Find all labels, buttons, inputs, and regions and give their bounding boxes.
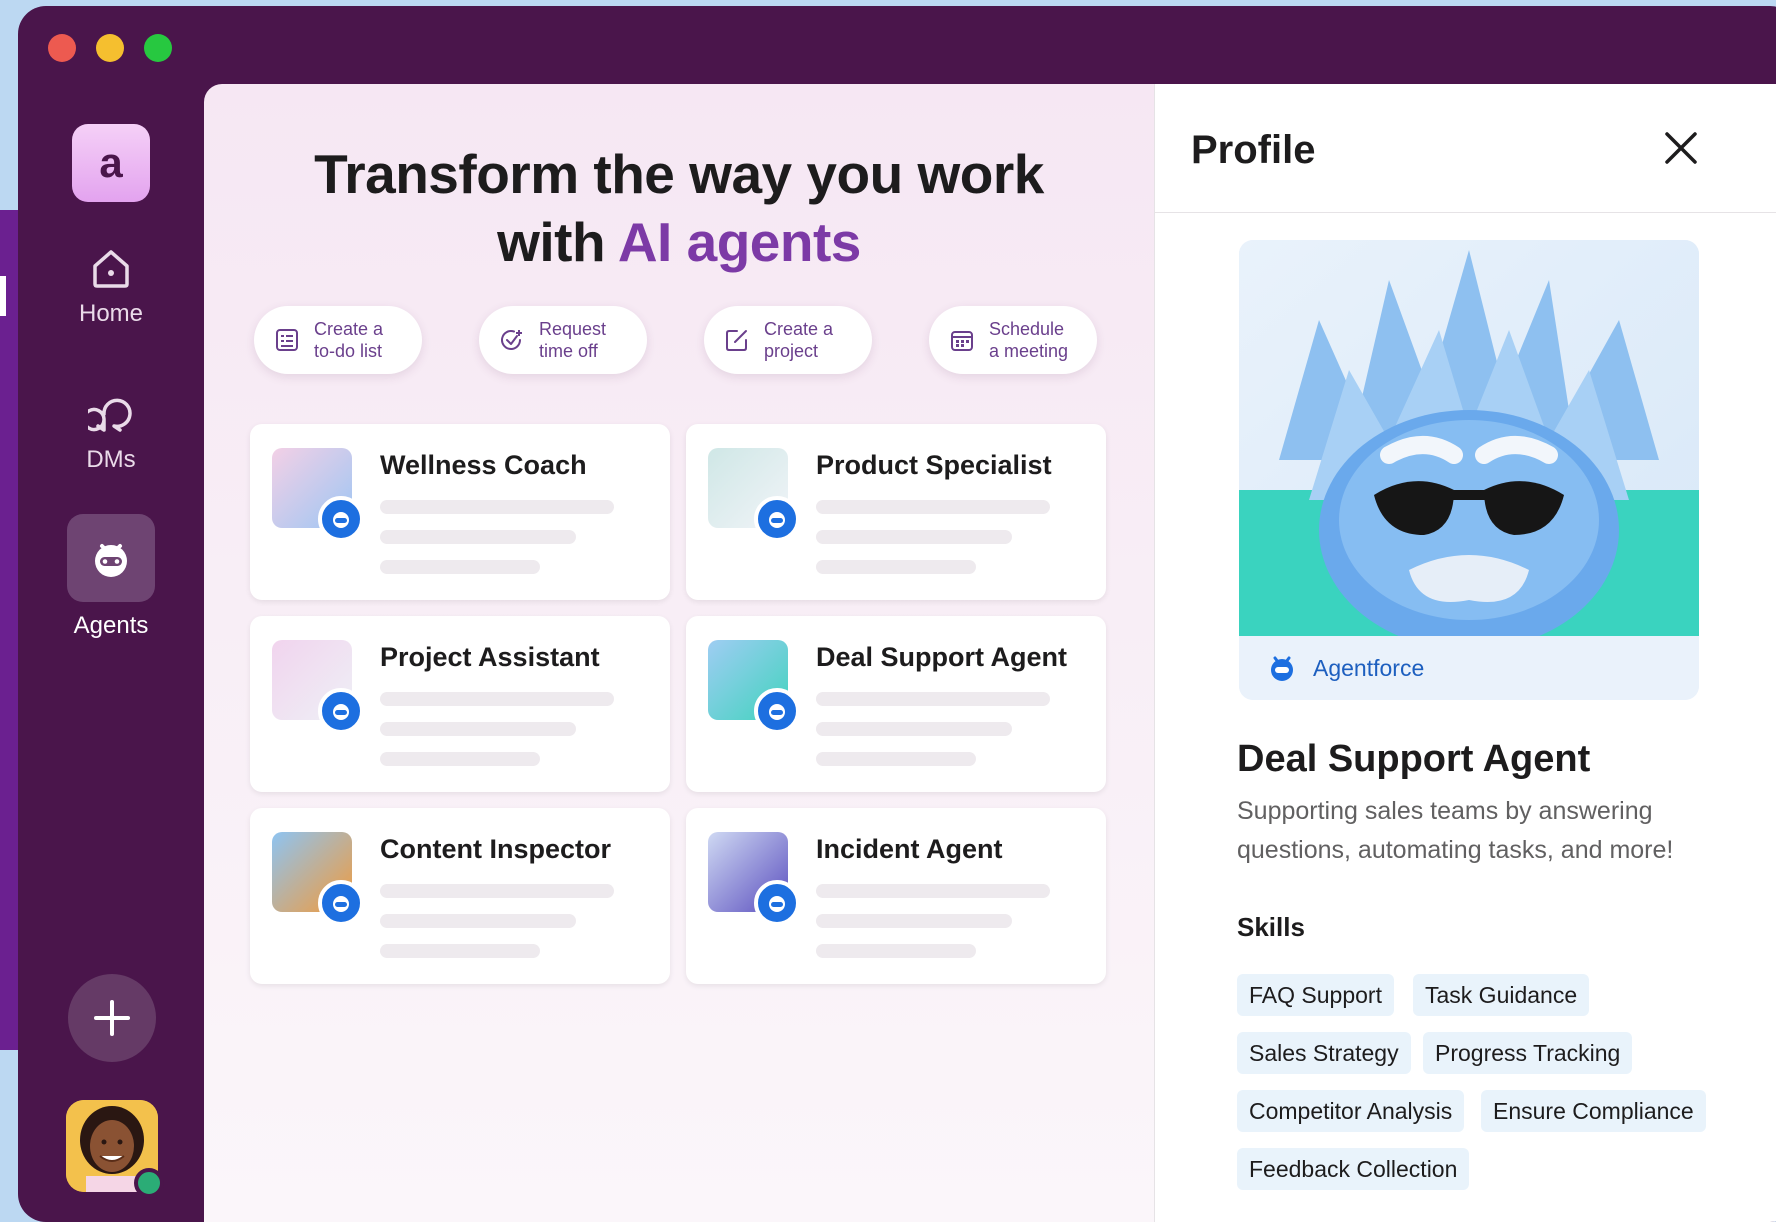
profile-header: Profile xyxy=(1155,84,1776,213)
agent-name: Incident Agent xyxy=(816,834,1003,864)
skill-chip: FAQ Support xyxy=(1237,974,1394,1016)
title-accent: AI agents xyxy=(617,211,862,273)
agent-card-incident-agent[interactable]: Incident Agent xyxy=(686,808,1106,984)
skill-chip: Competitor Analysis xyxy=(1237,1090,1465,1132)
window-controls xyxy=(48,34,172,62)
app-window: a Home DMs Agents Transform the way you … xyxy=(18,6,1776,1222)
sidebar-item-home[interactable]: Home xyxy=(56,246,166,328)
agent-name: Wellness Coach xyxy=(380,450,587,480)
title-line1: Transform the way you work xyxy=(314,143,1044,205)
page-title: Transform the way you work with AI agent… xyxy=(204,140,1154,276)
agentforce-brand: Agentforce xyxy=(1239,636,1699,700)
calendar-icon xyxy=(951,331,973,351)
placeholder-line xyxy=(380,560,540,574)
agent-card-wellness-coach[interactable]: Wellness Coach xyxy=(250,424,670,600)
quick-action-meeting[interactable]: Schedule a meeting xyxy=(929,306,1097,374)
close-icon[interactable] xyxy=(1659,126,1703,170)
agent-icon xyxy=(95,544,127,577)
agent-badge-icon xyxy=(318,880,364,926)
agent-badge-icon xyxy=(318,688,364,734)
title-line2: with AI agents xyxy=(204,208,1154,276)
quick-action-label: Request time off xyxy=(539,319,607,361)
maximize-window-button[interactable] xyxy=(144,34,172,62)
add-button[interactable] xyxy=(68,974,156,1062)
skill-chip: Progress Tracking xyxy=(1423,1032,1633,1074)
placeholder-line xyxy=(380,530,576,544)
close-window-button[interactable] xyxy=(48,34,76,62)
dms-icon xyxy=(88,398,132,432)
skill-chip: Ensure Compliance xyxy=(1481,1090,1706,1132)
placeholder-line xyxy=(816,914,1012,928)
placeholder-line xyxy=(816,560,976,574)
agentforce-icon xyxy=(1271,656,1293,681)
checklist-icon xyxy=(276,329,298,351)
brand-label: Agentforce xyxy=(1313,654,1425,681)
sidebar-item-agents[interactable]: Agents xyxy=(56,514,166,640)
placeholder-line xyxy=(816,722,1012,736)
placeholder-line xyxy=(380,752,540,766)
agent-badge-icon xyxy=(754,880,800,926)
placeholder-line xyxy=(816,500,1050,514)
agent-card-project-assistant[interactable]: Project Assistant xyxy=(250,616,670,792)
profile-title: Profile xyxy=(1191,128,1316,172)
skills-heading: Skills xyxy=(1237,912,1305,942)
quick-action-label: Schedule a meeting xyxy=(989,319,1069,361)
sidebar-item-dms[interactable]: DMs xyxy=(56,390,166,474)
agent-card-product-specialist[interactable]: Product Specialist xyxy=(686,424,1106,600)
placeholder-line xyxy=(380,722,576,736)
placeholder-line xyxy=(380,884,614,898)
placeholder-line xyxy=(380,944,540,958)
agent-name: Content Inspector xyxy=(380,834,612,864)
agent-name-heading: Deal Support Agent xyxy=(1237,738,1591,780)
agents-icon-bg xyxy=(67,514,155,602)
edit-square-icon xyxy=(726,330,747,351)
placeholder-line xyxy=(816,884,1050,898)
profile-panel: Profile Agentforce Deal Support Agent Su… xyxy=(1154,84,1776,1222)
placeholder-line xyxy=(380,692,614,706)
skill-chip: Feedback Collection xyxy=(1237,1148,1470,1190)
agent-hero-image: Agentforce xyxy=(1239,240,1699,700)
workspace-logo[interactable]: a xyxy=(72,124,150,202)
agent-card-content-inspector[interactable]: Content Inspector xyxy=(250,808,670,984)
placeholder-line xyxy=(816,692,1050,706)
title-with: with xyxy=(497,211,618,273)
main-content: Transform the way you work with AI agent… xyxy=(204,84,1154,1222)
sidebar-item-label: DMs xyxy=(86,446,136,473)
presence-indicator xyxy=(134,1168,164,1198)
agent-description: Supporting sales teams by answering ques… xyxy=(1237,797,1674,864)
skill-chip: Task Guidance xyxy=(1413,974,1590,1016)
quick-action-todo[interactable]: Create a to-do list xyxy=(254,306,422,374)
agent-name: Project Assistant xyxy=(380,642,600,672)
sidebar-item-label: Home xyxy=(78,300,144,327)
agent-card-deal-support-agent[interactable]: Deal Support Agent xyxy=(686,616,1106,792)
skill-chip: Sales Strategy xyxy=(1237,1032,1411,1074)
quick-action-label: Create a project xyxy=(764,319,834,361)
home-icon xyxy=(93,250,129,288)
placeholder-line xyxy=(816,530,1012,544)
agent-badge-icon xyxy=(754,496,800,542)
plus-icon xyxy=(94,1000,130,1036)
quick-action-time-off[interactable]: Request time off xyxy=(479,306,647,374)
agent-character-art xyxy=(1239,240,1699,636)
placeholder-line xyxy=(380,914,576,928)
agent-name: Deal Support Agent xyxy=(816,642,1068,672)
agent-name: Product Specialist xyxy=(816,450,1052,480)
agent-badge-icon xyxy=(754,688,800,734)
placeholder-line xyxy=(816,752,976,766)
background-accent-line xyxy=(0,276,6,316)
minimize-window-button[interactable] xyxy=(96,34,124,62)
placeholder-line xyxy=(816,944,976,958)
sidebar-item-label: Agents xyxy=(73,612,149,639)
clock-check-icon xyxy=(501,330,522,350)
workspace-initial: a xyxy=(99,139,123,186)
quick-action-project[interactable]: Create a project xyxy=(704,306,872,374)
placeholder-line xyxy=(380,500,614,514)
agent-badge-icon xyxy=(318,496,364,542)
quick-action-label: Create a to-do list xyxy=(314,319,384,361)
